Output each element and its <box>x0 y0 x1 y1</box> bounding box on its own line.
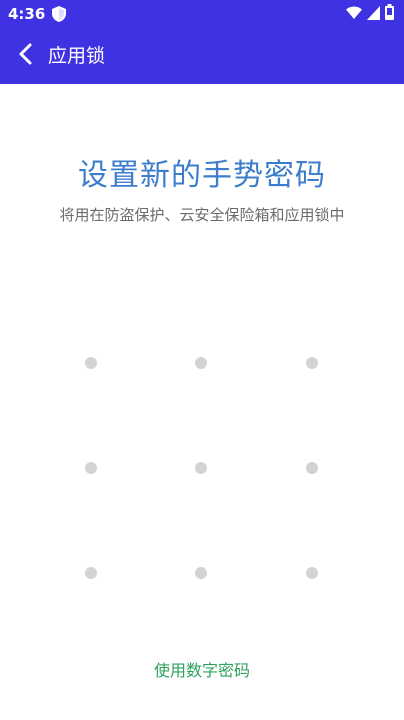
status-time: 4:36 <box>8 5 46 23</box>
app-title: 应用锁 <box>48 45 106 67</box>
app-bar: 应用锁 <box>0 28 404 84</box>
gesture-pattern-grid[interactable] <box>0 316 404 616</box>
wifi-icon <box>346 5 362 24</box>
status-bar: 4:36 <box>0 0 404 28</box>
pattern-dot-1[interactable] <box>85 357 97 369</box>
pattern-dot-4[interactable] <box>85 462 97 474</box>
pattern-dot-9[interactable] <box>306 567 318 579</box>
pattern-dot-2[interactable] <box>195 357 207 369</box>
use-numeric-password-link[interactable]: 使用数字密码 <box>0 660 404 682</box>
back-button[interactable] <box>10 40 42 72</box>
pattern-dot-6[interactable] <box>306 462 318 474</box>
pattern-dot-3[interactable] <box>306 357 318 369</box>
battery-icon <box>385 4 394 24</box>
status-icons <box>346 4 394 24</box>
signal-icon <box>367 5 380 24</box>
page-title: 设置新的手势密码 <box>78 158 326 193</box>
pattern-dot-5[interactable] <box>195 462 207 474</box>
chevron-left-icon <box>16 42 36 70</box>
page-subtitle: 将用在防盗保护、云安全保险箱和应用锁中 <box>59 206 345 224</box>
shield-icon <box>52 6 66 22</box>
gesture-setup-screen: 设置新的手势密码 将用在防盗保护、云安全保险箱和应用锁中 使用数字密码 <box>0 84 404 720</box>
pattern-dot-7[interactable] <box>85 567 97 579</box>
pattern-dot-8[interactable] <box>195 567 207 579</box>
